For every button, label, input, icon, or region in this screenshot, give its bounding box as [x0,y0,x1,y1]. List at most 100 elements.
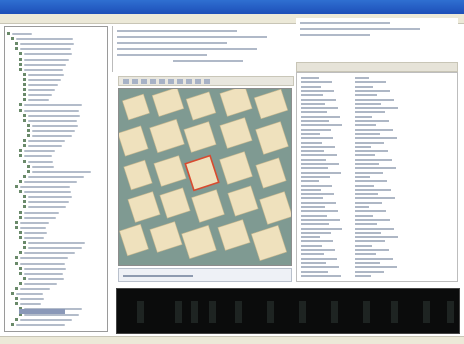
list-header[interactable] [296,62,458,72]
building-block[interactable] [259,191,292,225]
toolbar-button[interactable] [204,79,210,84]
building-block[interactable] [149,118,185,154]
tree-node-label [24,237,44,239]
list-key [301,231,331,234]
console-text-block [331,301,338,323]
console-panel[interactable] [116,288,460,334]
building-block[interactable] [153,155,187,187]
map-canvas[interactable] [119,89,292,266]
object-tree-panel[interactable] [4,26,108,332]
building-block[interactable] [219,89,253,117]
tree-node-label [28,78,61,81]
tree-node-icon [15,287,18,290]
list-key [301,180,319,183]
tree-node-icon [11,322,14,326]
toolbar-button[interactable] [168,79,174,84]
building-block[interactable] [255,121,289,155]
building-block[interactable] [250,224,288,262]
tree-node-label [24,252,75,255]
list-value [355,145,371,148]
tree-node-icon [19,281,22,285]
list-key [301,261,326,264]
console-text-block [363,301,370,323]
tree-node-label [24,104,82,107]
building-block[interactable] [227,185,259,217]
list-key [301,188,321,191]
building-block[interactable] [219,151,253,185]
list-value [355,253,376,256]
building-block[interactable] [122,93,150,121]
building-block[interactable] [183,121,217,153]
building-block[interactable] [149,221,183,253]
building-block[interactable] [191,189,225,223]
tree-node-icon [19,149,22,153]
tree-node-label [20,221,49,224]
tree-node-label [28,201,69,204]
building-block[interactable] [185,91,217,121]
building-block[interactable] [151,89,185,117]
list-key [301,197,323,200]
map-view[interactable] [118,88,292,266]
building-block[interactable] [119,125,149,157]
info-text [300,22,390,24]
building-block[interactable] [255,157,287,189]
tree-node-label [24,109,79,112]
tree-node-icon [19,154,22,158]
building-block[interactable] [217,219,251,251]
tree-node-icon [19,179,22,183]
tree-node-icon [23,83,26,86]
tree-node-label [32,135,72,137]
tree-node-label [28,94,52,97]
building-block[interactable] [253,89,289,120]
building-block[interactable] [127,191,161,223]
list-value [355,124,376,127]
list-key [301,227,342,230]
tree-node-icon [15,220,18,224]
list-value [355,128,393,131]
selected-building[interactable] [184,154,220,192]
tree-node-label [24,191,71,194]
building-block[interactable] [181,224,217,260]
building-block[interactable] [123,159,153,191]
tree-node-icon [11,292,14,296]
tree-node-icon [19,251,22,255]
property-text [117,54,207,56]
list-key [301,223,329,226]
toolbar-button[interactable] [177,79,183,84]
map-toolbar [118,76,294,86]
list-value [355,206,369,208]
list-key [301,274,341,277]
building-block[interactable] [119,223,149,257]
tree-selected-node[interactable] [19,309,65,314]
console-text-block [423,301,430,323]
tree-node-label [28,196,72,199]
toolbar-button[interactable] [123,79,129,84]
toolbar-button[interactable] [141,79,147,84]
tree-node-icon [11,37,14,41]
building-block[interactable] [159,187,191,219]
list-value [355,218,390,221]
list-value [355,223,377,226]
tree-node-icon [27,164,30,168]
attribute-list[interactable] [296,72,458,282]
property-text [173,60,243,62]
tree-node-label [28,89,55,92]
tree-node-label [28,84,58,86]
toolbar-button[interactable] [132,79,138,84]
list-value [355,132,380,135]
list-key [301,158,326,161]
console-text-block [191,301,198,323]
map-status-panel [118,268,292,282]
title-bar [0,0,464,14]
toolbar-button[interactable] [159,79,165,84]
tree-node-label [24,53,72,56]
building-block[interactable] [219,117,253,149]
toolbar-button[interactable] [186,79,192,84]
tree-node-icon [19,103,22,107]
toolbar-button[interactable] [150,79,156,84]
toolbar-button[interactable] [195,79,201,84]
tree-node-icon [23,88,26,92]
tree-node-label [28,175,84,178]
console-text-block [299,301,306,323]
tree-node-icon [19,210,22,214]
